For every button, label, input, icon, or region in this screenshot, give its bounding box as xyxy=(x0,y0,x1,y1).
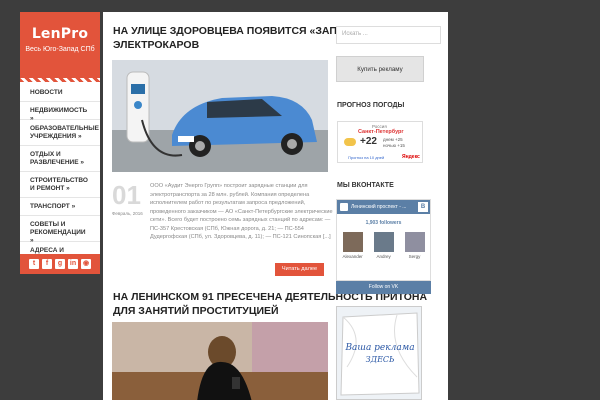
post-image-electric-car[interactable] xyxy=(112,60,328,172)
twitter-icon[interactable]: t xyxy=(29,259,39,269)
member-name: Sergy xyxy=(408,254,421,259)
vk-group-name: Ленинский проспект - ... xyxy=(351,204,407,210)
linkedin-icon[interactable]: in xyxy=(68,259,78,269)
nav-item-leisure[interactable]: ОТДЫХ И РАЗВЛЕЧЕНИЕ » xyxy=(20,146,100,172)
read-more-button[interactable]: Читать далее xyxy=(275,263,324,276)
logo-subtitle: Весь Юго-Запад СПб xyxy=(25,46,95,53)
buy-ad-button[interactable]: Купить рекламу xyxy=(336,56,424,82)
vk-followers: 1,903 followers xyxy=(365,220,402,226)
member-name: Alexander xyxy=(342,254,363,259)
avatar xyxy=(404,232,425,252)
google-plus-icon[interactable]: g xyxy=(55,259,65,269)
nav-item-news[interactable]: НОВОСТИ xyxy=(20,84,100,102)
weather-night: ночью +15 xyxy=(383,143,405,148)
search-input[interactable]: Искать ... xyxy=(336,26,441,44)
main-nav: НОВОСТИ НЕДВИЖИМОСТЬ » ОБРАЗОВАТЕЛЬНЫЕ У… xyxy=(20,84,100,268)
social-links: t f g in ◉ xyxy=(20,254,100,274)
logo-zigzag-divider xyxy=(20,78,100,82)
vk-icon: В xyxy=(418,202,428,212)
avatar xyxy=(342,232,363,252)
weather-day: днем +25 xyxy=(383,137,403,142)
weather-temp: +22 xyxy=(360,136,377,147)
nav-item-realty[interactable]: НЕДВИЖИМОСТЬ » xyxy=(20,102,100,122)
vk-group-avatar xyxy=(340,203,348,211)
rss-icon[interactable]: ◉ xyxy=(81,259,91,269)
sun-cloud-icon xyxy=(344,138,356,146)
member-name: Andrey xyxy=(376,254,391,259)
vk-follow-button[interactable]: Follow on VK xyxy=(336,281,431,294)
post-day: 01 xyxy=(112,180,141,210)
banner-line1: Ваша реклама xyxy=(345,343,415,353)
avatar xyxy=(373,232,394,252)
weather-widget[interactable]: Россия Санкт-Петербург +22 днем +25 ночь… xyxy=(337,121,423,163)
vk-members: Alexander Andrey Sergy xyxy=(337,232,430,259)
weather-city: Санкт-Петербург xyxy=(358,129,404,135)
post-date: 01 Февраль, 2016 xyxy=(112,180,143,216)
post-image-2[interactable] xyxy=(112,322,328,400)
weather-country: Россия xyxy=(372,124,387,129)
banner-line2: ЗДЕСЬ xyxy=(365,355,395,364)
ad-banner[interactable]: Ваша реклама ЗДЕСЬ xyxy=(336,306,422,400)
nav-item-education[interactable]: ОБРАЗОВАТЕЛЬНЫЕ УЧРЕЖДЕНИЯ » xyxy=(20,120,100,146)
left-sidebar: LenPro Весь Юго-Запад СПб НОВОСТИ НЕДВИЖ… xyxy=(20,12,100,274)
vk-widget: Ленинский проспект - ... В 1,903 followe… xyxy=(336,199,431,281)
vk-group-header[interactable]: Ленинский проспект - ... В xyxy=(337,200,430,214)
vk-member[interactable]: Alexander xyxy=(342,232,363,259)
vk-widget-title: МЫ ВКОНТАКТЕ xyxy=(337,182,394,189)
facebook-icon[interactable]: f xyxy=(42,259,52,269)
nav-item-advice[interactable]: СОВЕТЫ И РЕКОМЕНДАЦИИ » xyxy=(20,216,100,244)
vk-member[interactable]: Sergy xyxy=(404,232,425,259)
logo-name: LenPro xyxy=(31,26,89,42)
post-excerpt: ООО «Аудит Энерго Групп» построит зарядн… xyxy=(150,183,333,240)
nav-item-construction[interactable]: СТРОИТЕЛЬСТВО И РЕМОНТ » xyxy=(20,172,100,198)
yandex-logo: Яндекс xyxy=(402,154,420,160)
weather-forecast-link[interactable]: Прогноз на 10 дней xyxy=(348,155,384,160)
nav-item-transport[interactable]: ТРАНСПОРТ » xyxy=(20,198,100,216)
post-month-year: Февраль, 2016 xyxy=(112,211,143,216)
vk-member[interactable]: Andrey xyxy=(373,232,394,259)
page: LenPro Весь Юго-Запад СПб НОВОСТИ НЕДВИЖ… xyxy=(0,0,600,400)
weather-widget-title: ПРОГНОЗ ПОГОДЫ xyxy=(337,102,405,109)
site-logo[interactable]: LenPro Весь Юго-Запад СПб xyxy=(20,12,100,78)
